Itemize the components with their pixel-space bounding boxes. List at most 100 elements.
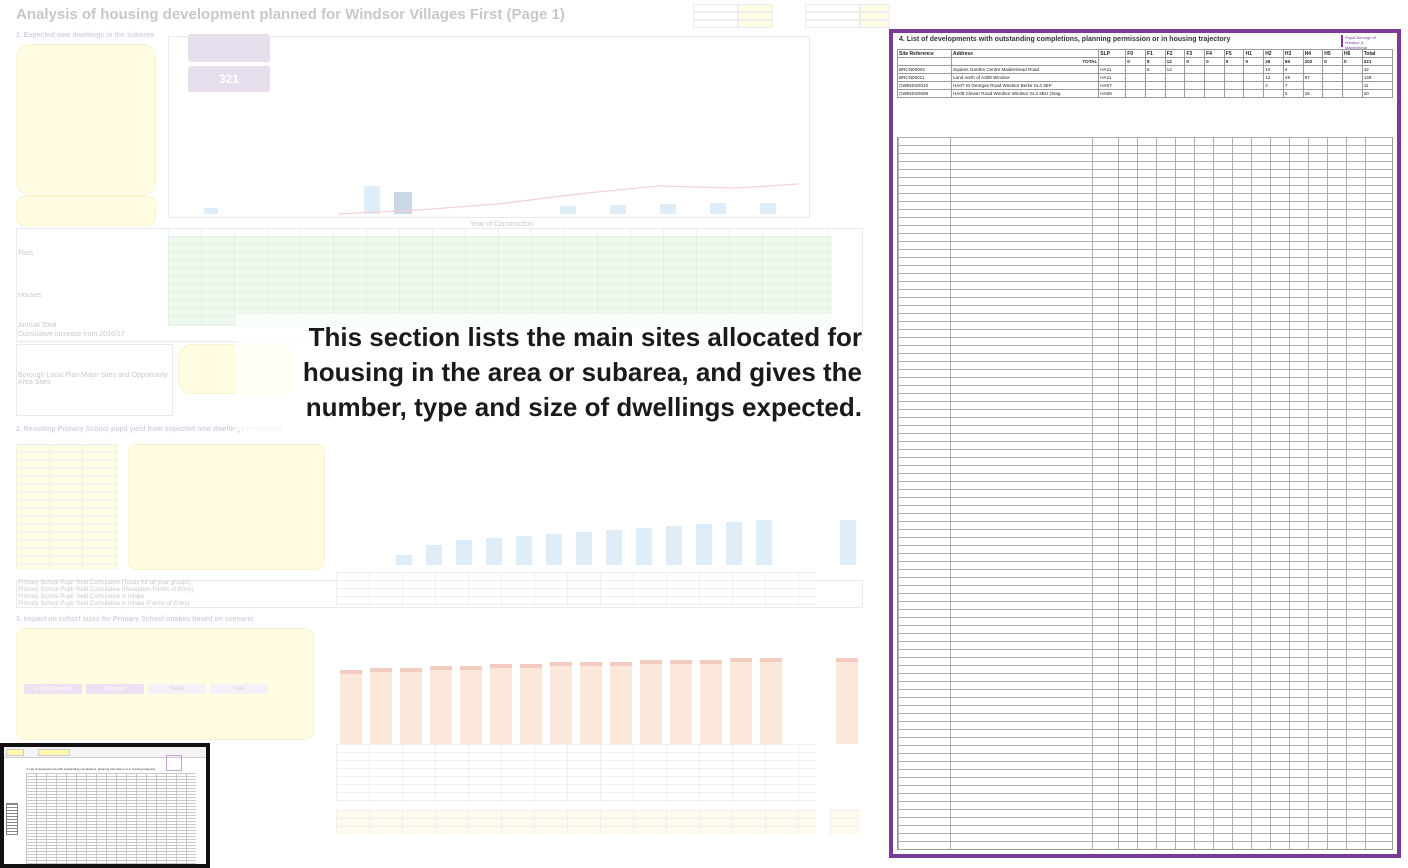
column-header: F0 <box>1125 49 1146 58</box>
header-cell <box>738 20 773 28</box>
value-cell <box>1125 89 1146 98</box>
info-note <box>16 196 156 226</box>
address-cell: Land north of A308 Windsor <box>950 73 1100 82</box>
total-label: TOTAL <box>950 57 1100 66</box>
header-cell <box>860 20 890 28</box>
header-cell <box>805 20 860 28</box>
value-cell <box>1144 89 1166 98</box>
chart-bar <box>610 662 632 744</box>
scenario-chip: Maximum <box>86 684 144 694</box>
column-header: F2 <box>1164 49 1186 58</box>
column-header: F5 <box>1223 49 1245 58</box>
total-cell: 65 <box>1282 57 1304 66</box>
header-cell <box>860 4 890 12</box>
cohort-grid <box>830 810 860 834</box>
column-header: H4 <box>1302 49 1324 58</box>
value-cell <box>1243 65 1265 74</box>
row-label-flats: Flats <box>18 250 34 257</box>
value-cell <box>1164 73 1186 82</box>
value-cell <box>1342 65 1363 74</box>
table-row: BRCN00004 Squires Garden Centre Maidenhe… <box>897 65 1394 74</box>
value-cell <box>1204 89 1225 98</box>
column-header: F1 <box>1144 49 1166 58</box>
chart-bar <box>490 664 512 744</box>
chart-bar <box>486 538 502 565</box>
pupil-yield-grid <box>336 580 816 606</box>
column-header: Address <box>950 49 1100 58</box>
value-cell: 4 <box>1263 81 1284 90</box>
total-cell: 26 <box>1263 57 1284 66</box>
chart-bar <box>640 660 662 744</box>
value-cell <box>1302 81 1324 90</box>
value-cell <box>1243 81 1265 90</box>
value-cell: 5 <box>1282 89 1304 98</box>
row-label-annual-total: Annual Total <box>18 322 57 329</box>
developments-panel: 4. List of developments with outstanding… <box>889 29 1401 858</box>
site-ref-cell: OWINDS0010 <box>897 81 952 90</box>
site-ref-cell: BRCN00011 <box>897 73 952 82</box>
value-cell <box>1204 81 1225 90</box>
value-cell <box>1125 73 1146 82</box>
chart-bar <box>430 666 452 744</box>
table-row: OWINDS0008 HA08 Clewer Road Windsor Wind… <box>897 89 1394 98</box>
column-header: H3 <box>1282 49 1304 58</box>
value-cell <box>1164 81 1186 90</box>
slp-cell: HA11 <box>1098 73 1127 82</box>
chart-bar <box>550 662 572 744</box>
value-cell <box>1322 81 1343 90</box>
value-cell: 7 <box>1282 81 1304 90</box>
total-cell: 0 <box>1342 57 1363 66</box>
thumbnail-logo <box>166 755 182 771</box>
chart-bar <box>460 666 482 744</box>
row-label-borough-plan: Borough Local Plan Major Sites and Oppor… <box>18 372 168 386</box>
total-cell: 0 <box>1223 57 1245 66</box>
info-note <box>16 44 156 196</box>
value-cell <box>1144 81 1166 90</box>
value-cell <box>1204 65 1225 74</box>
section-1-title: 1. Expected new dwellings in the subarea <box>16 32 154 39</box>
value-cell <box>1223 89 1245 98</box>
chart-bar <box>636 528 652 565</box>
value-cell: 15 <box>1302 89 1324 98</box>
thumbnail-grid <box>26 773 196 864</box>
value-cell <box>1302 65 1324 74</box>
x-axis-title: Year of Construction <box>470 221 534 228</box>
header-cell <box>738 12 773 20</box>
slp-cell: HA11 <box>1098 65 1127 74</box>
value-cell: 4 <box>1282 65 1304 74</box>
value-cell <box>1125 65 1146 74</box>
thumbnail-scrollbar <box>6 803 18 835</box>
value-cell <box>1342 89 1363 98</box>
value-cell <box>1184 73 1206 82</box>
thumbnail-title: 4. List of developments with outstanding… <box>26 767 156 771</box>
row-total-cell: 42 <box>1361 65 1394 74</box>
pupil-row-label: Primary School Pupil Yield Cumulative (T… <box>18 580 192 586</box>
header-cell <box>805 4 860 12</box>
developments-table: Site Reference Address SLP F0 F1 F2 F3 F… <box>897 49 1394 98</box>
scenario-chip: Middle <box>148 684 206 694</box>
chart-bar <box>760 658 782 744</box>
value-cell <box>1125 81 1146 90</box>
value-cell: 8 <box>1144 65 1166 74</box>
site-ref-cell: BRCN00004 <box>897 65 952 74</box>
cohort-grid <box>336 810 816 834</box>
pupil-row-label: Primary School Pupil Yield Cumulative (R… <box>18 587 194 593</box>
column-header: H5 <box>1322 49 1343 58</box>
header-cell <box>693 20 738 28</box>
chart-bar <box>666 526 682 565</box>
value-cell <box>1223 65 1245 74</box>
value-cell <box>1184 81 1206 90</box>
chart-bar <box>840 520 856 565</box>
chart-bar <box>576 532 592 565</box>
total-cell: 8 <box>1144 57 1166 66</box>
row-total-cell: 148 <box>1361 73 1394 82</box>
chart-bar <box>516 536 532 565</box>
site-ref-cell: OWINDS0008 <box>897 89 952 98</box>
value-cell: 49 <box>1282 73 1304 82</box>
section-3-title: 3. Impact on cohort sizes for Primary Sc… <box>16 616 254 623</box>
total-cell: 0 <box>1243 57 1265 66</box>
chart-bar <box>456 540 472 565</box>
thumbnail-cell <box>38 749 70 756</box>
table-row: BRCN00011 Land north of A308 Windsor HA1… <box>897 73 1394 82</box>
value-cell: 12 <box>1263 73 1284 82</box>
